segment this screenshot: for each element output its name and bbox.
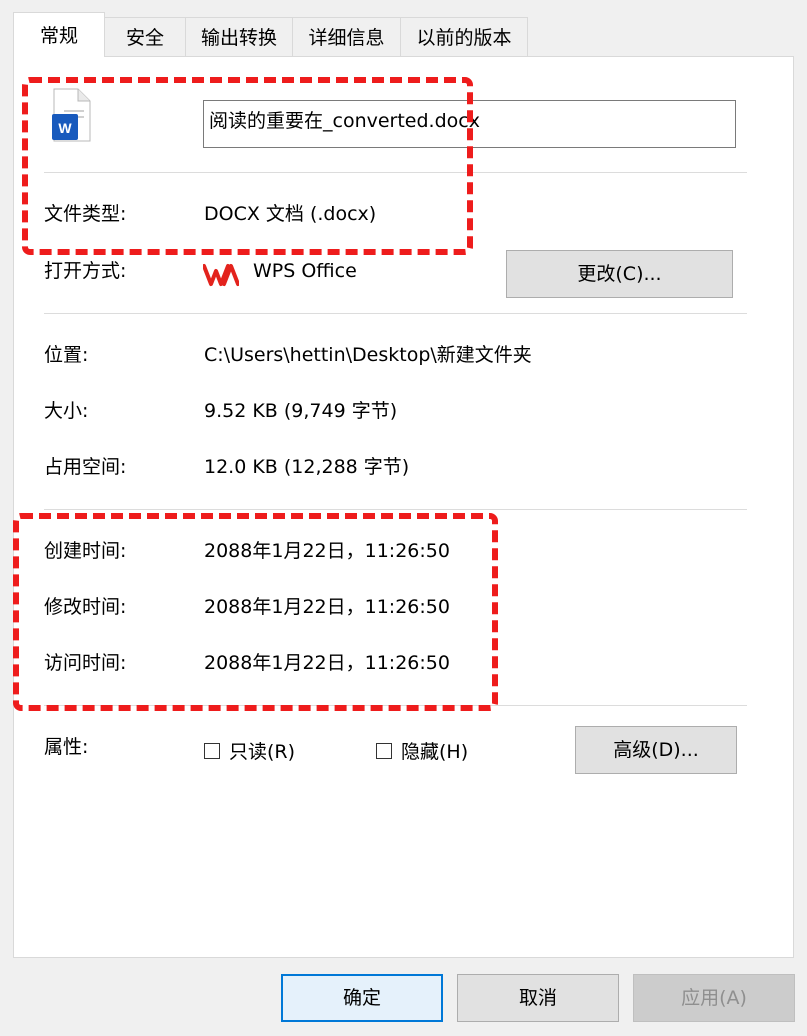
disk-size-value: 12.0 KB (12,288 字节) — [204, 456, 410, 478]
open-with-value: WPS Office — [253, 260, 357, 282]
tab-general[interactable]: 常规 — [13, 12, 105, 57]
size-value: 9.52 KB (9,749 字节) — [204, 400, 398, 422]
open-with-label: 打开方式: — [44, 260, 127, 282]
tab-output-conversion[interactable]: 输出转换 — [185, 17, 293, 56]
cancel-button[interactable]: 取消 — [457, 974, 619, 1022]
attributes-label: 属性: — [44, 736, 89, 758]
separator — [44, 509, 747, 510]
tab-security[interactable]: 安全 — [104, 17, 186, 56]
separator — [44, 313, 747, 314]
change-button[interactable]: 更改(C)... — [506, 250, 733, 298]
apply-button: 应用(A) — [633, 974, 795, 1022]
location-label: 位置: — [44, 344, 89, 366]
tab-details[interactable]: 详细信息 — [292, 17, 401, 56]
hidden-checkbox[interactable] — [376, 743, 392, 759]
advanced-button[interactable]: 高级(D)... — [575, 726, 737, 774]
size-label: 大小: — [44, 400, 89, 422]
readonly-label[interactable]: 只读(R) — [229, 740, 295, 764]
ok-button[interactable]: 确定 — [281, 974, 443, 1022]
hidden-label[interactable]: 隐藏(H) — [401, 740, 468, 764]
wps-office-icon — [203, 264, 239, 286]
highlight-box-timestamps — [13, 513, 498, 711]
location-value: C:\Users\hettin\Desktop\新建文件夹 — [204, 344, 532, 366]
readonly-checkbox[interactable] — [204, 743, 220, 759]
tab-previous-versions[interactable]: 以前的版本 — [400, 17, 528, 56]
disk-size-label: 占用空间: — [44, 456, 127, 478]
highlight-box-file-type — [22, 77, 473, 255]
